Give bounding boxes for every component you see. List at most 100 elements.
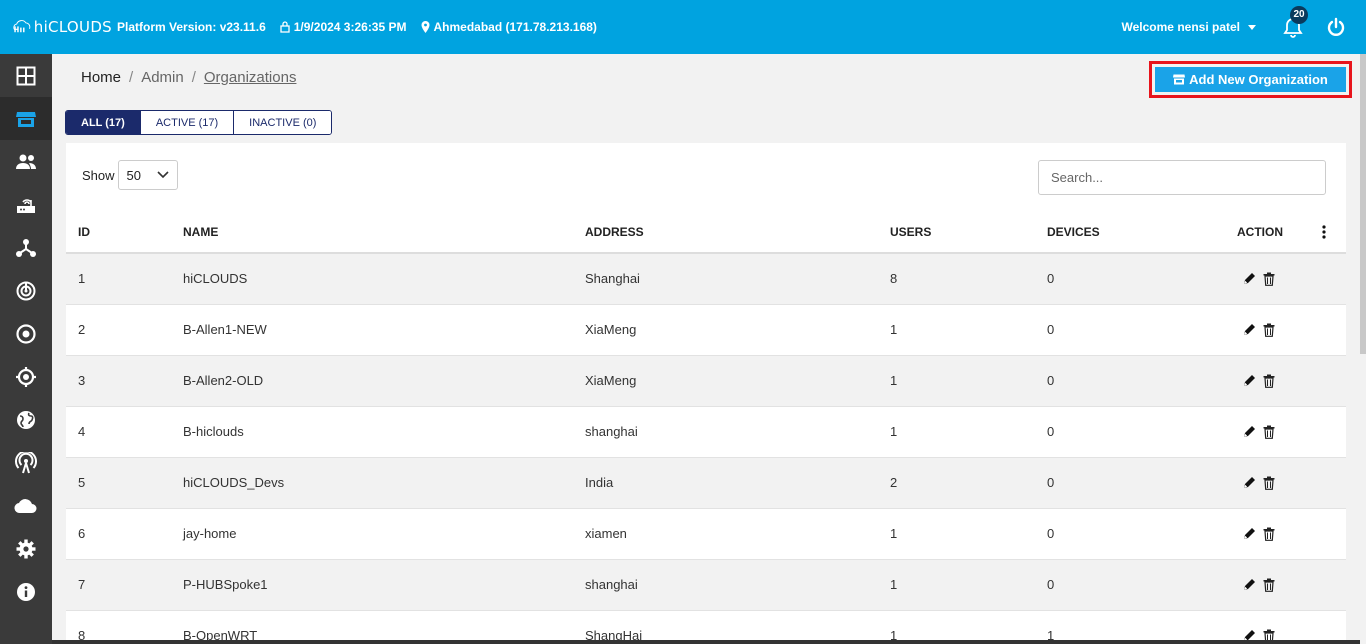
cell-users: 1	[890, 526, 898, 541]
delete-trash-icon[interactable]	[1263, 374, 1275, 391]
sidebar-item-devices[interactable]	[0, 183, 52, 226]
breadcrumb-separator: /	[129, 69, 134, 86]
cell-address: XiaMeng	[585, 322, 637, 337]
dashboard-icon	[16, 66, 36, 85]
delete-trash-icon[interactable]	[1263, 425, 1275, 442]
notifications-button[interactable]: 20	[1282, 6, 1308, 38]
table-header: ID NAME ADDRESS USERS DEVICES ACTION	[66, 213, 1346, 254]
sidebar-item-wireless[interactable]	[0, 441, 52, 484]
cell-users: 1	[890, 322, 898, 337]
breadcrumb-organizations[interactable]: Organizations	[204, 69, 297, 86]
add-new-organization-button[interactable]: Add New Organization	[1155, 67, 1346, 92]
cell-name: hiCLOUDS_Devs	[183, 475, 285, 490]
breadcrumb-admin[interactable]: Admin	[141, 69, 184, 86]
edit-pencil-icon[interactable]	[1242, 323, 1256, 340]
sidebar-item-cloud[interactable]	[0, 484, 52, 527]
status-tabs: ALL (17) ACTIVE (17) INACTIVE (0)	[65, 110, 333, 135]
sidebar-item-location[interactable]	[0, 355, 52, 398]
breadcrumb-separator: /	[191, 69, 196, 86]
header-name[interactable]: NAME	[183, 225, 218, 239]
cell-users: 1	[890, 577, 898, 592]
sidebar-item-info[interactable]	[0, 570, 52, 613]
store-icon	[1173, 74, 1186, 85]
chevron-down-icon	[156, 171, 169, 179]
row-actions	[1242, 374, 1282, 391]
cell-id: 4	[78, 424, 86, 439]
tab-inactive[interactable]: INACTIVE (0)	[234, 111, 332, 134]
cell-address: xiamen	[585, 526, 627, 541]
info-icon	[17, 582, 35, 601]
power-icon[interactable]	[1326, 17, 1346, 37]
cell-users: 2	[890, 475, 898, 490]
cell-id: 5	[78, 475, 86, 490]
chevron-down-icon	[1248, 24, 1256, 30]
sidebar-item-global[interactable]	[0, 398, 52, 441]
header-users[interactable]: USERS	[890, 225, 931, 239]
show-label: Show	[82, 167, 115, 183]
sidebar-item-settings[interactable]	[0, 527, 52, 570]
header-devices[interactable]: DEVICES	[1047, 225, 1100, 239]
page-size-value: 50	[126, 167, 141, 183]
search-input[interactable]	[1038, 160, 1326, 195]
platform-version: Platform Version: v23.11.6	[117, 20, 266, 34]
edit-pencil-icon[interactable]	[1242, 272, 1256, 289]
add-new-organization-label: Add New Organization	[1189, 72, 1328, 87]
cell-devices: 0	[1047, 526, 1055, 541]
table-row: 2 B-Allen1-NEW XiaMeng 1 0	[66, 305, 1346, 356]
cell-devices: 0	[1047, 322, 1055, 337]
sidebar	[0, 54, 52, 644]
delete-trash-icon[interactable]	[1263, 527, 1275, 544]
sidebar-item-target[interactable]	[0, 312, 52, 355]
sidebar-item-dashboard[interactable]	[0, 54, 52, 97]
cell-address: XiaMeng	[585, 373, 637, 388]
page-size-select[interactable]: 50	[117, 160, 178, 190]
edit-pencil-icon[interactable]	[1242, 374, 1256, 391]
delete-trash-icon[interactable]	[1263, 578, 1275, 595]
scrollbar[interactable]	[1360, 54, 1366, 354]
delete-trash-icon[interactable]	[1263, 476, 1275, 493]
table-row: 5 hiCLOUDS_Devs India 2 0	[66, 458, 1346, 509]
cell-id: 1	[78, 271, 86, 286]
sidebar-item-topology[interactable]	[0, 226, 52, 269]
cell-devices: 0	[1047, 475, 1055, 490]
router-icon	[17, 198, 35, 213]
delete-trash-icon[interactable]	[1263, 272, 1275, 289]
cell-id: 2	[78, 322, 86, 337]
top-bar: hiCLOUDS Platform Version: v23.11.6 1/9/…	[0, 0, 1366, 54]
app-logo[interactable]: hiCLOUDS	[12, 13, 112, 41]
welcome-text: Welcome nensi patel	[1121, 20, 1240, 34]
topology-icon	[16, 238, 36, 257]
cell-name: B-Allen2-OLD	[183, 373, 264, 388]
row-actions	[1242, 578, 1282, 595]
cell-devices: 0	[1047, 424, 1055, 439]
location-pin-icon	[421, 21, 429, 33]
breadcrumb-home[interactable]: Home	[81, 69, 121, 86]
sidebar-item-organizations[interactable]	[0, 97, 52, 140]
edit-pencil-icon[interactable]	[1242, 425, 1256, 442]
cell-address: Shanghai	[585, 271, 640, 286]
cell-name: B-hiclouds	[183, 424, 244, 439]
cell-id: 3	[78, 373, 86, 388]
row-actions	[1242, 323, 1282, 340]
sidebar-item-monitoring[interactable]	[0, 269, 52, 312]
cell-devices: 0	[1047, 373, 1055, 388]
edit-pencil-icon[interactable]	[1242, 527, 1256, 544]
edit-pencil-icon[interactable]	[1242, 476, 1256, 493]
page-size-control: Show 50	[82, 160, 178, 190]
delete-trash-icon[interactable]	[1263, 323, 1275, 340]
datetime: 1/9/2024 3:26:35 PM	[293, 20, 407, 34]
header-id[interactable]: ID	[78, 225, 90, 239]
globe-icon	[17, 410, 35, 429]
edit-pencil-icon[interactable]	[1242, 578, 1256, 595]
sidebar-item-users[interactable]	[0, 140, 52, 183]
header-address[interactable]: ADDRESS	[585, 225, 644, 239]
settings-icon	[16, 539, 36, 558]
user-menu[interactable]: Welcome nensi patel	[1122, 20, 1256, 34]
notification-badge: 20	[1290, 6, 1308, 24]
row-actions	[1242, 272, 1282, 289]
breadcrumb: Home / Admin / Organizations	[81, 69, 304, 86]
cell-name: P-HUBSpoke1	[183, 577, 268, 592]
tab-all[interactable]: ALL (17)	[66, 111, 141, 134]
more-vertical-icon[interactable]	[1321, 225, 1327, 239]
tab-active[interactable]: ACTIVE (17)	[140, 111, 235, 134]
